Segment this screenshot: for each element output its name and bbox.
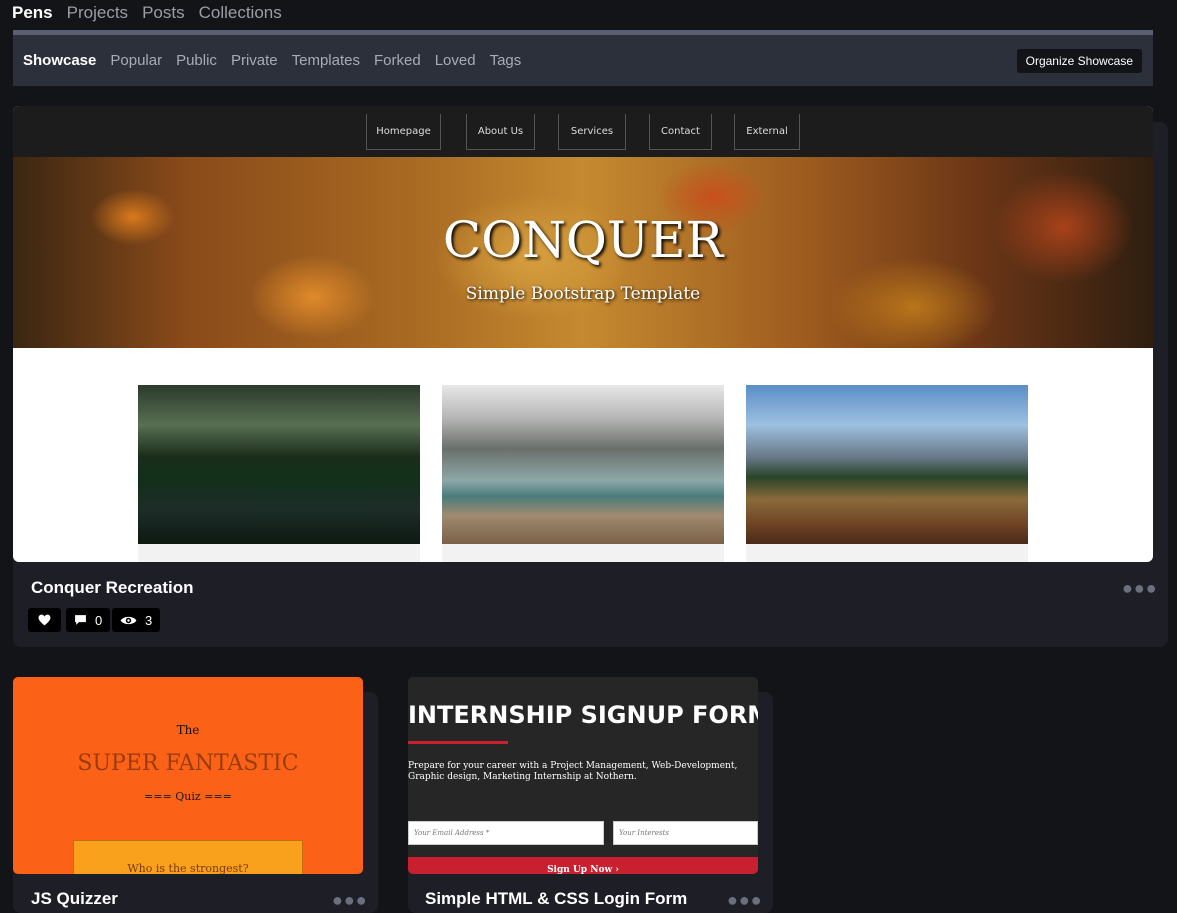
subtab-showcase[interactable]: Showcase — [23, 52, 96, 69]
preview-hero-title: CONQUER — [442, 211, 724, 269]
preview-signup-button: Sign Up Now › — [408, 857, 758, 874]
preview-lake-image — [138, 385, 420, 544]
subtab-loved[interactable]: Loved — [435, 52, 476, 69]
subtab-private[interactable]: Private — [231, 52, 278, 69]
preview-email-field: Your Email Address * — [408, 821, 604, 845]
preview-hero-subtitle: Simple Bootstrap Template — [465, 284, 701, 304]
pen-title[interactable]: JS Quizzer — [31, 889, 118, 909]
subtab-tags[interactable]: Tags — [490, 52, 522, 69]
preview-navbar: Homepage About Us Services Contact Exter… — [13, 106, 1153, 157]
like-button[interactable] — [28, 608, 61, 632]
subtab-forked[interactable]: Forked — [374, 52, 421, 69]
pen-preview-internship[interactable]: INTERNSHIP SIGNUP FORM Prepare for your … — [408, 677, 758, 874]
views-stat[interactable]: 3 — [112, 608, 161, 632]
preview-quiz-title: SUPER FANTASTIC — [77, 751, 299, 776]
preview-nav-services: Services — [558, 114, 626, 150]
sub-navigation-bar: Showcase Popular Public Private Template… — [13, 30, 1153, 86]
preview-thumb-caption — [442, 544, 724, 562]
comments-count: 0 — [95, 612, 103, 628]
pen-preview-conquer[interactable]: Homepage About Us Services Contact Exter… — [13, 106, 1153, 562]
subtab-public[interactable]: Public — [176, 52, 217, 69]
heart-icon — [38, 614, 51, 626]
preview-thumb-caption — [138, 544, 420, 562]
views-count: 3 — [145, 612, 153, 628]
eye-icon — [120, 615, 137, 626]
preview-nav-homepage: Homepage — [366, 114, 441, 150]
subtab-templates[interactable]: Templates — [292, 52, 360, 69]
comment-icon — [74, 614, 87, 626]
preview-arch-image — [442, 385, 724, 544]
preview-form-description: Prepare for your career with a Project M… — [408, 761, 738, 782]
preview-nav-about: About Us — [466, 114, 535, 150]
top-nav: Pens Projects Posts Collections — [12, 3, 282, 23]
preview-thumb-caption — [746, 544, 1028, 562]
preview-form-title: INTERNSHIP SIGNUP FORM — [408, 701, 758, 729]
pen-title[interactable]: Simple HTML & CSS Login Form — [425, 889, 687, 909]
tab-pens[interactable]: Pens — [12, 3, 53, 23]
preview-quiz-question: Who is the strongest? — [127, 862, 249, 874]
comments-button[interactable]: 0 — [66, 608, 111, 632]
more-options-icon[interactable]: ●●● — [332, 890, 368, 911]
preview-quiz-the: The — [176, 723, 200, 737]
preview-quiz-subtitle: === Quiz === — [144, 790, 232, 803]
preview-mountain-image — [746, 385, 1028, 544]
organize-showcase-button[interactable]: Organize Showcase — [1016, 49, 1142, 73]
preview-nav-contact: Contact — [649, 114, 712, 150]
pen-title[interactable]: Conquer Recreation — [31, 578, 193, 598]
tab-collections[interactable]: Collections — [199, 3, 282, 23]
preview-nav-external: External — [734, 114, 800, 150]
tab-posts[interactable]: Posts — [142, 3, 185, 23]
preview-interests-field: Your Interests — [613, 821, 758, 845]
tab-projects[interactable]: Projects — [67, 3, 128, 23]
more-options-icon[interactable]: ●●● — [727, 890, 763, 911]
sub-nav: Showcase Popular Public Private Template… — [23, 52, 521, 69]
more-options-icon[interactable]: ●●● — [1122, 578, 1158, 599]
subtab-popular[interactable]: Popular — [110, 52, 162, 69]
preview-title-underline — [408, 741, 508, 744]
preview-hero-image: CONQUER Simple Bootstrap Template — [13, 157, 1153, 348]
pen-preview-quiz[interactable]: The SUPER FANTASTIC === Quiz === Who is … — [13, 677, 363, 874]
